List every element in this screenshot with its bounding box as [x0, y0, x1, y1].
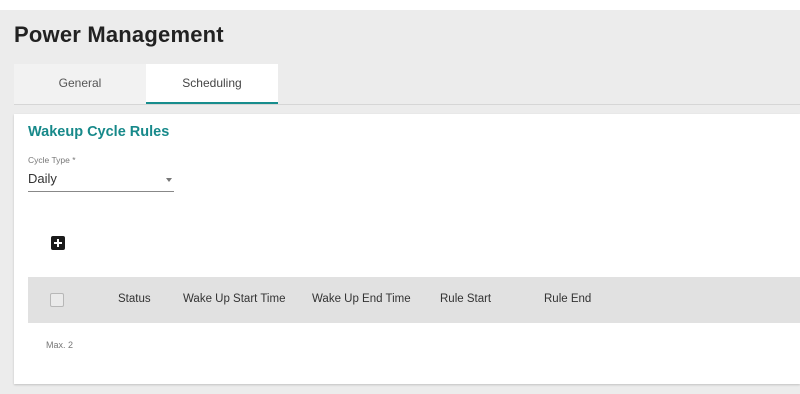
- tab-divider: [14, 104, 800, 105]
- wakeup-cycle-rules-card: Wakeup Cycle Rules Cycle Type * Daily St…: [14, 114, 800, 384]
- tab-bar: General Scheduling: [14, 64, 278, 104]
- column-status: Status: [118, 293, 151, 305]
- section-title: Wakeup Cycle Rules: [28, 124, 170, 140]
- cycle-type-select[interactable]: Daily: [28, 167, 174, 192]
- add-rule-button[interactable]: [50, 235, 66, 251]
- column-wake-up-start-time: Wake Up Start Time: [183, 293, 286, 305]
- cycle-type-label: Cycle Type *: [28, 155, 76, 165]
- power-management-page: Power Management General Scheduling Wake…: [0, 10, 800, 394]
- tab-general[interactable]: General: [14, 64, 146, 104]
- chevron-down-icon: [166, 178, 172, 182]
- column-rule-end: Rule End: [544, 293, 592, 305]
- tab-scheduling[interactable]: Scheduling: [146, 64, 278, 104]
- select-all-checkbox[interactable]: [50, 293, 64, 307]
- column-wake-up-end-time: Wake Up End Time: [312, 293, 411, 305]
- plus-box-icon: [51, 236, 65, 250]
- table-header: Status Wake Up Start Time Wake Up End Ti…: [28, 277, 800, 323]
- column-rule-start: Rule Start: [440, 293, 492, 305]
- page-title: Power Management: [14, 22, 224, 47]
- cycle-type-value: Daily: [28, 171, 57, 186]
- max-rules-note: Max. 2: [46, 340, 74, 350]
